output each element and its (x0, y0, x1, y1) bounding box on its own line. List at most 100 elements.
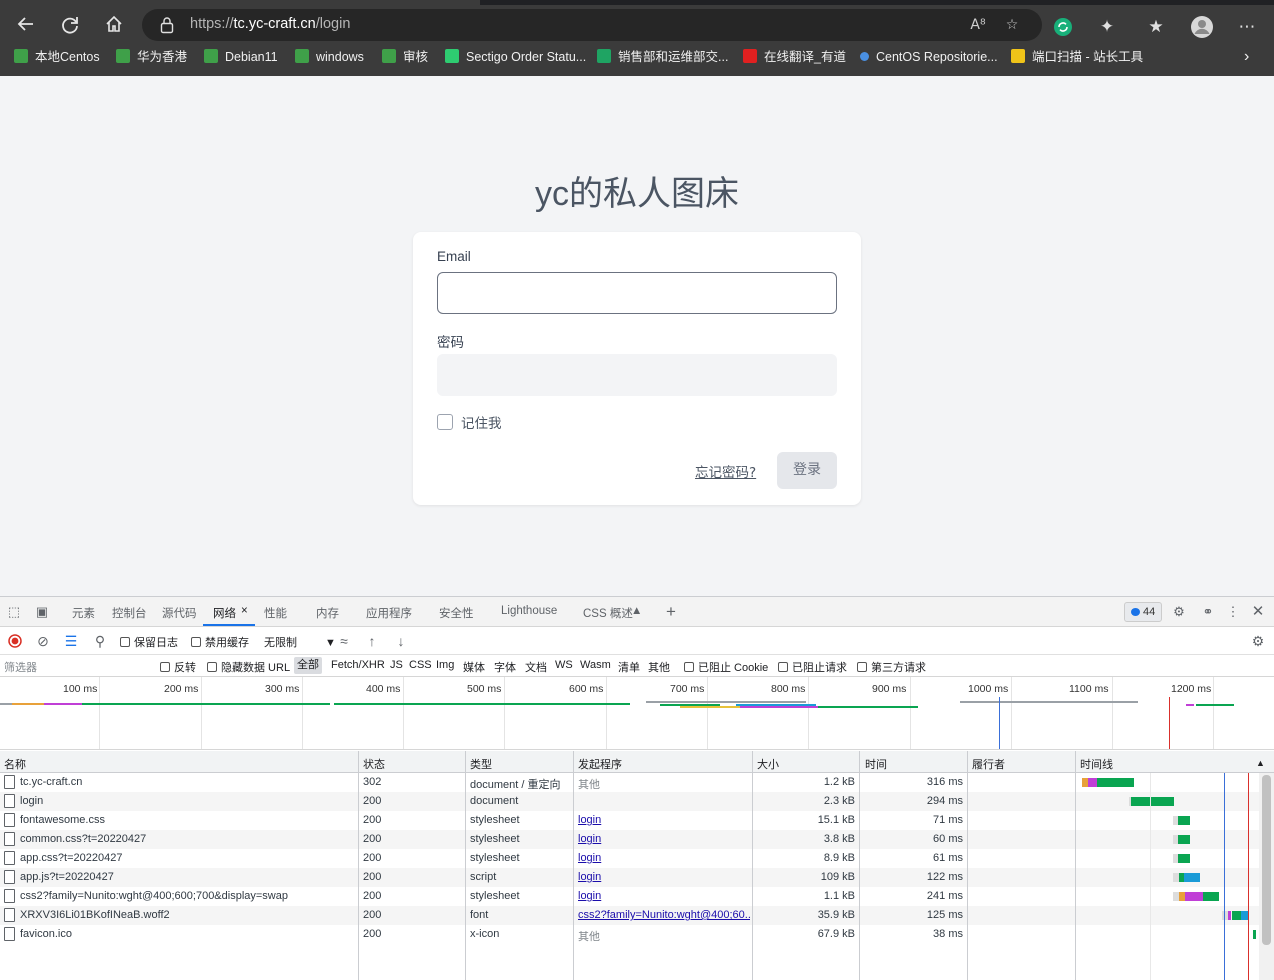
message-count-badge[interactable]: 44 (1124, 602, 1162, 622)
invert-toggle[interactable]: 反转 (160, 659, 196, 675)
request-name[interactable]: app.css?t=20220427 (20, 852, 356, 864)
column-type[interactable]: 类型 (470, 756, 492, 772)
request-initiator[interactable]: login (578, 833, 750, 845)
bookmark-item[interactable]: 华为香港 (116, 48, 187, 66)
request-name[interactable]: css2?family=Nunito:wght@400;600;700&disp… (20, 890, 356, 902)
table-row[interactable]: common.css?t=20220427 200 stylesheet login 3… (0, 830, 1274, 849)
bookmark-item[interactable]: 端口扫描 - 站长工具 (1011, 48, 1143, 66)
filter-type-manifest[interactable]: 清单 (618, 659, 640, 675)
device-toolbar-icon[interactable]: ▣ (33, 603, 51, 621)
filter-icon[interactable]: ☰ (62, 632, 80, 650)
refresh-icon[interactable] (55, 9, 85, 39)
filter-type-img[interactable]: Img (436, 659, 454, 671)
sync-icon[interactable] (1049, 13, 1077, 41)
login-button[interactable]: 登录 (777, 452, 837, 489)
inspect-icon[interactable]: ⬚ (5, 603, 23, 621)
filter-type-fetch[interactable]: Fetch/XHR (331, 659, 385, 671)
sort-up-icon[interactable]: ▲ (1256, 758, 1265, 768)
network-conditions-icon[interactable]: ≈ (335, 632, 353, 650)
bookmark-item[interactable]: 销售部和运维部交... (597, 48, 728, 66)
settings-gear-icon[interactable]: ⚙ (1170, 603, 1188, 621)
clear-icon[interactable]: ⊘ (34, 632, 52, 650)
read-aloud-icon[interactable]: A⁸ (966, 14, 990, 36)
favorites-icon[interactable]: ★ (1142, 13, 1170, 41)
disable-cache-toggle[interactable]: 禁用缓存 (191, 634, 249, 650)
request-name[interactable]: tc.yc-craft.cn (20, 776, 356, 788)
table-row[interactable]: fontawesome.css 200 stylesheet login 15.1 kB… (0, 811, 1274, 830)
url-text[interactable]: https://tc.yc-craft.cn/login (190, 16, 350, 32)
third-party-toggle[interactable]: 第三方请求 (857, 659, 926, 675)
scrollbar-thumb[interactable] (1262, 775, 1271, 945)
blocked-requests-checkbox[interactable] (778, 662, 788, 672)
blocked-cookies-toggle[interactable]: 已阻止 Cookie (684, 659, 768, 675)
filter-type-media[interactable]: 媒体 (463, 659, 485, 675)
chevron-right-icon[interactable]: › (1244, 48, 1249, 66)
profile-avatar[interactable] (1188, 13, 1216, 41)
forgot-password-link[interactable]: 忘记密码? (695, 461, 756, 481)
tab-application[interactable]: 应用程序 (366, 605, 412, 621)
bookmark-item[interactable]: Debian11 (204, 48, 278, 66)
extensions-icon[interactable]: ✦ (1093, 13, 1121, 41)
add-tab-icon[interactable]: + (662, 603, 680, 621)
table-row[interactable]: css2?family=Nunito:wght@400;600;700&disp… (0, 887, 1274, 906)
filter-type-font[interactable]: 字体 (494, 659, 516, 675)
tab-css-overview[interactable]: CSS 概述 (583, 605, 633, 621)
close-tab-icon[interactable]: × (241, 605, 248, 617)
hide-data-urls-toggle[interactable]: 隐藏数据 URL (207, 659, 290, 675)
bookmark-item[interactable]: 本地Centos (14, 48, 100, 66)
filter-type-all[interactable]: 全部 (294, 657, 322, 674)
tab-console[interactable]: 控制台 (112, 605, 147, 621)
filter-type-js[interactable]: JS (390, 659, 403, 671)
request-name[interactable]: common.css?t=20220427 (20, 833, 356, 845)
bookmark-item[interactable]: 在线翻译_有道 (743, 48, 846, 66)
preserve-log-toggle[interactable]: 保留日志 (120, 634, 178, 650)
table-scrollbar[interactable] (1259, 773, 1274, 980)
request-initiator[interactable]: login (578, 852, 750, 864)
column-size[interactable]: 大小 (757, 756, 779, 772)
more-options-icon[interactable]: ⋮ (1224, 603, 1242, 621)
search-icon[interactable]: ⚲ (91, 632, 109, 650)
lock-icon[interactable] (160, 16, 174, 34)
add-favorite-icon[interactable]: ☆ (1000, 14, 1024, 36)
back-icon[interactable] (11, 9, 41, 39)
table-row[interactable]: XRXV3I6Li01BKofINeaB.woff2 200 font css2?fa… (0, 906, 1274, 925)
close-devtools-icon[interactable]: ✕ (1249, 603, 1267, 621)
request-initiator[interactable]: login (578, 814, 750, 826)
hide-data-urls-checkbox[interactable] (207, 662, 217, 672)
bookmark-item[interactable]: windows (295, 48, 364, 66)
request-name[interactable]: XRXV3I6Li01BKofINeaB.woff2 (20, 909, 356, 921)
request-initiator[interactable]: css2?family=Nunito:wght@400;60... (578, 909, 750, 921)
request-initiator[interactable]: login (578, 871, 750, 883)
tab-sources[interactable]: 源代码 (162, 605, 197, 621)
third-party-checkbox[interactable] (857, 662, 867, 672)
remember-checkbox[interactable] (437, 414, 453, 430)
network-settings-icon[interactable]: ⚙ (1249, 632, 1267, 650)
remember-label[interactable]: 记住我 (461, 412, 502, 432)
tab-elements[interactable]: 元素 (72, 605, 95, 621)
column-name[interactable]: 名称 (4, 756, 26, 772)
request-name[interactable]: favicon.ico (20, 928, 356, 940)
invert-checkbox[interactable] (160, 662, 170, 672)
preserve-log-checkbox[interactable] (120, 637, 130, 647)
column-fulfilled-by[interactable]: 履行者 (972, 756, 1005, 772)
bookmark-item[interactable]: 审核 (382, 48, 428, 66)
network-overview[interactable]: 100 ms 200 ms 300 ms 400 ms 500 ms 600 m… (0, 677, 1274, 750)
disable-cache-checkbox[interactable] (191, 637, 201, 647)
export-har-icon[interactable]: ↓ (392, 632, 410, 650)
import-har-icon[interactable]: ↑ (363, 632, 381, 650)
table-row[interactable]: app.css?t=20220427 200 stylesheet login 8.9 … (0, 849, 1274, 868)
filter-type-wasm[interactable]: Wasm (580, 659, 611, 671)
request-initiator[interactable]: login (578, 890, 750, 902)
bookmark-item[interactable]: CentOS Repositorie... (860, 48, 998, 66)
filter-input[interactable]: 筛选器 (4, 659, 144, 675)
record-stop-icon[interactable] (6, 632, 24, 650)
home-icon[interactable] (99, 9, 129, 39)
column-status[interactable]: 状态 (363, 756, 385, 772)
column-initiator[interactable]: 发起程序 (578, 756, 622, 772)
throttling-select[interactable]: 无限制 ▼ (264, 634, 336, 650)
request-name[interactable]: app.js?t=20220427 (20, 871, 356, 883)
tab-security[interactable]: 安全性 (439, 605, 474, 621)
tab-network[interactable]: 网络 (213, 605, 236, 621)
email-field[interactable] (437, 272, 837, 314)
filter-type-doc[interactable]: 文档 (525, 659, 547, 675)
